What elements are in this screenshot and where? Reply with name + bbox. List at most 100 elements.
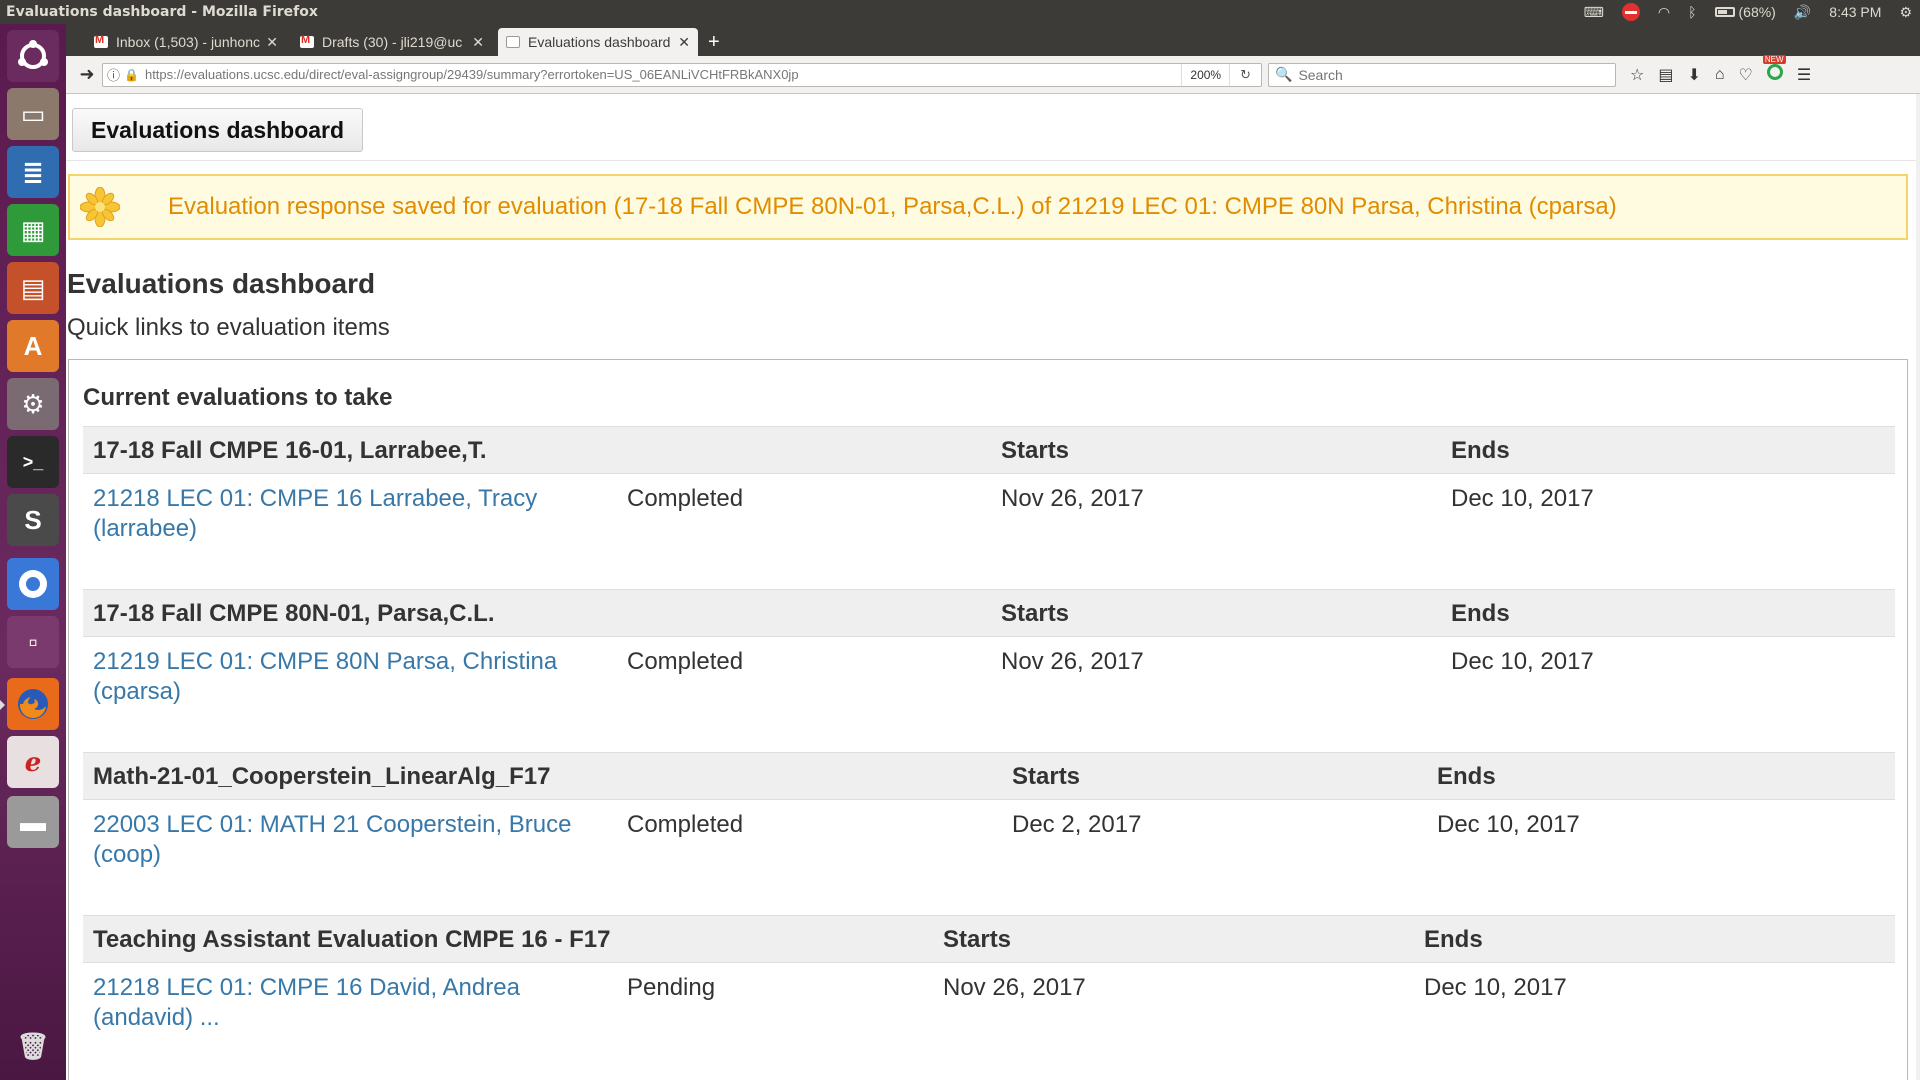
zoom-level[interactable]: 200%	[1181, 63, 1231, 86]
keyboard-icon[interactable]: ⌨	[1584, 4, 1604, 21]
start-date: Nov 26, 2017	[1001, 485, 1144, 512]
evaluations-dashboard-button[interactable]: Evaluations dashboard	[72, 108, 364, 152]
tab-label: Evaluations dashboard	[528, 34, 671, 50]
starts-header: Starts	[1012, 763, 1081, 790]
search-bar[interactable]: 🔍	[1268, 62, 1616, 87]
success-alert: Evaluation response saved for evaluation…	[68, 174, 1908, 240]
evince-icon[interactable]: ℯ	[7, 736, 59, 788]
reload-icon[interactable]: ↻	[1230, 67, 1261, 83]
back-arrow-icon: ➜	[79, 64, 95, 84]
gmail-icon	[94, 34, 108, 48]
ubuntu-logo-icon[interactable]	[7, 30, 59, 82]
menu-icon[interactable]: ☰	[1797, 65, 1811, 85]
group-name: Teaching Assistant Evaluation CMPE 16 - …	[93, 926, 611, 953]
group-header: Math-21-01_Cooperstein_LinearAlg_F17 Sta…	[83, 752, 1895, 800]
tab-inbox[interactable]: Inbox (1,503) - junhonc ✕	[86, 28, 286, 56]
status-text: Completed	[627, 811, 744, 838]
tab-evaluations-dashboard[interactable]: Evaluations dashboard ✕	[498, 28, 698, 56]
url-bar[interactable]: ⓘ 🔒 https://evaluations.ucsc.edu/direct/…	[102, 62, 1262, 87]
status-text: Completed	[627, 485, 744, 512]
group-name: Math-21-01_Cooperstein_LinearAlg_F17	[93, 763, 551, 790]
window-title: Evaluations dashboard - Mozilla Firefox	[6, 4, 318, 20]
start-date: Dec 2, 2017	[1012, 811, 1142, 838]
workspaces-icon[interactable]: ▫	[7, 616, 59, 668]
evaluation-link[interactable]: 21218 LEC 01: CMPE 16 David, Andrea (and…	[93, 973, 623, 1033]
writer-icon[interactable]: ≣	[7, 146, 59, 198]
evaluations-panel: Current evaluations to take 17-18 Fall C…	[68, 359, 1908, 1080]
tab-drafts[interactable]: Drafts (30) - jli219@uc ✕	[292, 28, 492, 56]
new-tab-button[interactable]: +	[708, 28, 720, 56]
terminal-icon[interactable]: >_	[7, 436, 59, 488]
status-text: Pending	[627, 974, 716, 1001]
table-row: 21219 LEC 01: CMPE 80N Parsa, Christina …	[83, 637, 1895, 717]
calc-icon[interactable]: ▦	[7, 204, 59, 256]
drive-icon[interactable]: ▬	[7, 796, 59, 848]
os-top-panel: Evaluations dashboard - Mozilla Firefox …	[0, 0, 1920, 24]
ends-header: Ends	[1437, 763, 1496, 790]
alert-message: Evaluation response saved for evaluation…	[168, 193, 1617, 220]
sublime-icon[interactable]: S	[7, 494, 59, 546]
asterisk-icon	[79, 186, 121, 228]
lock-icon[interactable]: 🔒	[124, 68, 139, 82]
settings-icon[interactable]: ⚙	[7, 378, 59, 430]
gear-icon[interactable]: ⚙	[1899, 4, 1912, 21]
tab-label: Drafts (30) - jli219@uc	[322, 34, 463, 50]
pocket-icon[interactable]: ♡	[1739, 65, 1753, 85]
divider	[66, 160, 1916, 161]
grammarly-icon[interactable]: NEW	[1762, 55, 1786, 85]
back-button[interactable]: ➜	[74, 62, 100, 88]
starts-header: Starts	[1001, 437, 1070, 464]
bluetooth-icon[interactable]: ᛒ	[1688, 4, 1696, 20]
browser-tab-strip: Inbox (1,503) - junhonc ✕ Drafts (30) - …	[66, 24, 1920, 56]
start-date: Nov 26, 2017	[1001, 648, 1144, 675]
volume-icon[interactable]: 🔊	[1794, 4, 1811, 21]
files-icon[interactable]: ▭	[7, 88, 59, 140]
navigation-toolbar: ➜ ⓘ 🔒 https://evaluations.ucsc.edu/direc…	[66, 55, 1920, 94]
gmail-icon	[300, 34, 314, 48]
trash-icon[interactable]: 🗑	[7, 1020, 59, 1072]
evaluation-link[interactable]: 21218 LEC 01: CMPE 16 Larrabee, Tracy (l…	[93, 484, 623, 544]
close-icon[interactable]: ✕	[266, 34, 278, 51]
wifi-icon[interactable]: ◠	[1658, 4, 1670, 21]
chromium-icon[interactable]	[7, 558, 59, 610]
launcher: ▭ ≣ ▦ ▤ A ⚙ >_ S ▫ ℯ ▬ 🗑	[0, 24, 66, 1080]
system-indicators: ⌨ ◠ ᛒ (68%) 🔊 8:43 PM ⚙	[1584, 3, 1920, 21]
starts-header: Starts	[943, 926, 1012, 953]
home-icon[interactable]: ⌂	[1715, 66, 1725, 84]
page-content: Evaluations dashboard Evaluation respons…	[66, 94, 1920, 1080]
starts-header: Starts	[1001, 600, 1070, 627]
close-icon[interactable]: ✕	[678, 34, 690, 51]
evaluation-group: Teaching Assistant Evaluation CMPE 16 - …	[83, 915, 1895, 1043]
firefox-icon[interactable]	[7, 678, 59, 730]
ends-header: Ends	[1451, 600, 1510, 627]
close-icon[interactable]: ✕	[472, 34, 484, 51]
battery-percent: (68%)	[1738, 4, 1776, 20]
bookmark-star-icon[interactable]: ☆	[1630, 65, 1644, 85]
group-name: 17-18 Fall CMPE 16-01, Larrabee,T.	[93, 437, 487, 464]
end-date: Dec 10, 2017	[1451, 485, 1594, 512]
evaluation-group: 17-18 Fall CMPE 16-01, Larrabee,T. Start…	[83, 426, 1895, 554]
table-row: 21218 LEC 01: CMPE 16 Larrabee, Tracy (l…	[83, 474, 1895, 554]
end-date: Dec 10, 2017	[1451, 648, 1594, 675]
group-header: 17-18 Fall CMPE 16-01, Larrabee,T. Start…	[83, 426, 1895, 474]
url-text[interactable]: https://evaluations.ucsc.edu/direct/eval…	[145, 67, 1181, 82]
no-entry-icon[interactable]	[1621, 3, 1640, 21]
impress-icon[interactable]: ▤	[7, 262, 59, 314]
page-title: Evaluations dashboard	[67, 268, 376, 299]
status-text: Completed	[627, 648, 744, 675]
software-center-icon[interactable]: A	[7, 320, 59, 372]
download-icon[interactable]: ⬇	[1687, 65, 1700, 85]
evaluation-link[interactable]: 22003 LEC 01: MATH 21 Cooperstein, Bruce…	[93, 810, 623, 870]
search-input[interactable]	[1298, 66, 1599, 83]
group-name: 17-18 Fall CMPE 80N-01, Parsa,C.L.	[93, 600, 495, 627]
evaluation-link[interactable]: 21219 LEC 01: CMPE 80N Parsa, Christina …	[93, 647, 623, 707]
reading-list-icon[interactable]: ▤	[1658, 65, 1673, 85]
clock[interactable]: 8:43 PM	[1829, 4, 1881, 20]
evaluation-group: Math-21-01_Cooperstein_LinearAlg_F17 Sta…	[83, 752, 1895, 880]
page-scrollbar[interactable]	[1916, 94, 1920, 1080]
active-app-indicator	[0, 700, 5, 710]
end-date: Dec 10, 2017	[1437, 811, 1580, 838]
info-icon[interactable]: ⓘ	[107, 65, 120, 84]
evaluation-group: 17-18 Fall CMPE 80N-01, Parsa,C.L. Start…	[83, 589, 1895, 717]
battery-indicator[interactable]: (68%)	[1714, 4, 1776, 20]
